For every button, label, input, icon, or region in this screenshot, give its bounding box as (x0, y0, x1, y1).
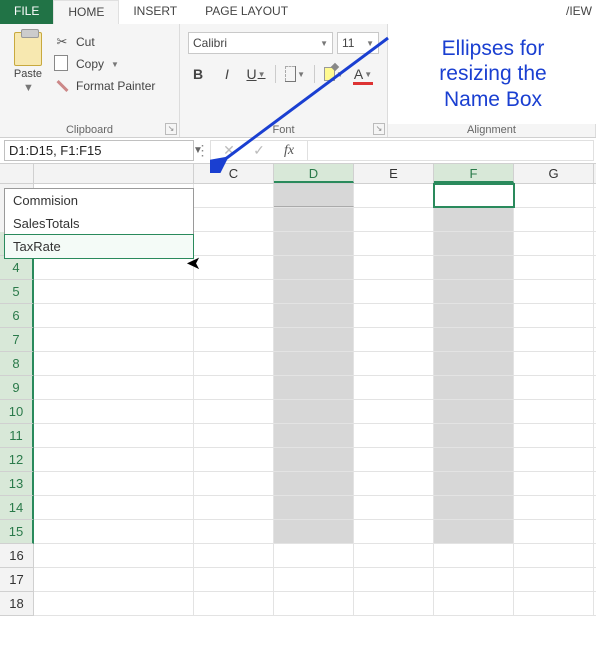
cancel-icon[interactable]: ✕ (215, 141, 243, 161)
copy-label: Copy (76, 57, 104, 71)
column-header[interactable]: F (434, 164, 514, 183)
row-header[interactable]: 11 (0, 424, 34, 448)
column-header-hidden (34, 164, 194, 183)
row-header[interactable]: 18 (0, 592, 33, 616)
name-box-dropdown: Commision SalesTotals TaxRate (4, 188, 194, 259)
name-dd-item[interactable]: TaxRate (4, 234, 194, 259)
name-dd-item[interactable]: Commision (5, 189, 193, 212)
column-headers: C D E F G (0, 164, 596, 184)
group-clipboard: Paste ▼ ✂ Cut Copy ▼ Format Painter Clipbo… (0, 24, 180, 137)
cut-label: Cut (76, 35, 95, 49)
group-label-alignment: Alignment (388, 124, 595, 136)
group-label-clipboard: Clipboard (0, 124, 179, 136)
copy-icon (54, 56, 70, 72)
font-name-value: Calibri (193, 36, 227, 50)
annotation-callout: Ellipses forresizing theName Box (388, 24, 596, 124)
cut-button[interactable]: ✂ Cut (54, 34, 171, 50)
enter-icon[interactable]: ✓ (245, 141, 273, 161)
namebox-resize-handle[interactable]: ⋮ (194, 138, 210, 163)
format-painter-button[interactable]: Format Painter (54, 78, 171, 94)
row-header[interactable]: 17 (0, 568, 33, 592)
row-header[interactable]: 4 (0, 256, 34, 280)
font-name-select[interactable]: Calibri ▼ (188, 32, 333, 54)
cursor-icon: ➤ (186, 253, 201, 274)
column-header[interactable]: D (274, 164, 354, 183)
font-size-select[interactable]: 11 ▼ (337, 32, 379, 54)
column-header[interactable]: G (514, 164, 594, 183)
column-header[interactable]: C (194, 164, 274, 183)
chevron-down-icon: ▼ (320, 39, 328, 48)
chevron-down-icon: ▼ (297, 70, 305, 79)
dialog-launcher-icon[interactable]: ↘ (373, 123, 385, 135)
row-header[interactable]: 15 (0, 520, 34, 544)
italic-button[interactable]: I (217, 64, 237, 84)
row-header[interactable]: 6 (0, 304, 34, 328)
row-header[interactable]: 14 (0, 496, 34, 520)
chevron-down-icon: ▼ (258, 70, 266, 79)
row-header[interactable]: 7 (0, 328, 34, 352)
bold-button[interactable]: B (188, 64, 208, 84)
paste-label: Paste (14, 68, 42, 80)
row-header[interactable]: 8 (0, 352, 34, 376)
row-header[interactable]: 10 (0, 400, 34, 424)
column-header[interactable]: E (354, 164, 434, 183)
group-label-font: Font (180, 124, 387, 136)
row-header[interactable]: 9 (0, 376, 34, 400)
formula-bar: ▼ ⋮ ✕ ✓ fx (0, 138, 596, 164)
tab-page-layout[interactable]: PAGE LAYOUT (191, 0, 302, 24)
bucket-icon (324, 67, 335, 81)
row-header[interactable]: 5 (0, 280, 34, 304)
ribbon-tabs: FILE HOME INSERT PAGE LAYOUT (0, 0, 596, 24)
chevron-down-icon: ▼ (336, 70, 344, 79)
name-dd-item[interactable]: SalesTotals (5, 212, 193, 235)
clipboard-icon (14, 32, 42, 66)
border-icon (285, 66, 296, 82)
brush-icon (54, 78, 70, 94)
font-size-value: 11 (342, 36, 354, 50)
chevron-down-icon: ▼ (366, 39, 374, 48)
fill-color-button[interactable]: ▼ (324, 64, 344, 84)
chevron-down-icon: ▼ (364, 70, 372, 79)
tab-fragment: /IEW (564, 4, 594, 18)
scissors-icon: ✂ (54, 34, 70, 50)
tab-insert[interactable]: INSERT (119, 0, 191, 24)
border-button[interactable]: ▼ (285, 64, 305, 84)
chevron-down-icon: ▼ (111, 60, 119, 69)
formula-bar-buttons: ✕ ✓ fx (210, 140, 308, 161)
annotation-text: Ellipses forresizing theName Box (439, 36, 546, 112)
group-font: Calibri ▼ 11 ▼ B I U▼ ▼ ▼ A▼ Font ↘ (180, 24, 388, 137)
paste-button[interactable]: Paste ▼ (8, 28, 48, 119)
chevron-down-icon: ▼ (23, 82, 34, 94)
row-header[interactable]: 16 (0, 544, 33, 568)
active-cell[interactable] (434, 184, 514, 207)
name-box[interactable]: ▼ (4, 140, 194, 161)
font-color-button[interactable]: A▼ (353, 64, 373, 84)
tab-home[interactable]: HOME (53, 0, 119, 24)
format-painter-label: Format Painter (76, 79, 155, 93)
dialog-launcher-icon[interactable]: ↘ (165, 123, 177, 135)
row-header[interactable]: 13 (0, 472, 34, 496)
copy-button[interactable]: Copy ▼ (54, 56, 171, 72)
tab-file[interactable]: FILE (0, 0, 53, 24)
underline-button[interactable]: U▼ (246, 64, 266, 84)
select-all-corner[interactable] (0, 164, 34, 183)
row-header[interactable]: 12 (0, 448, 34, 472)
formula-input[interactable] (308, 140, 594, 161)
fx-icon[interactable]: fx (275, 141, 303, 161)
name-box-input[interactable] (5, 143, 189, 158)
